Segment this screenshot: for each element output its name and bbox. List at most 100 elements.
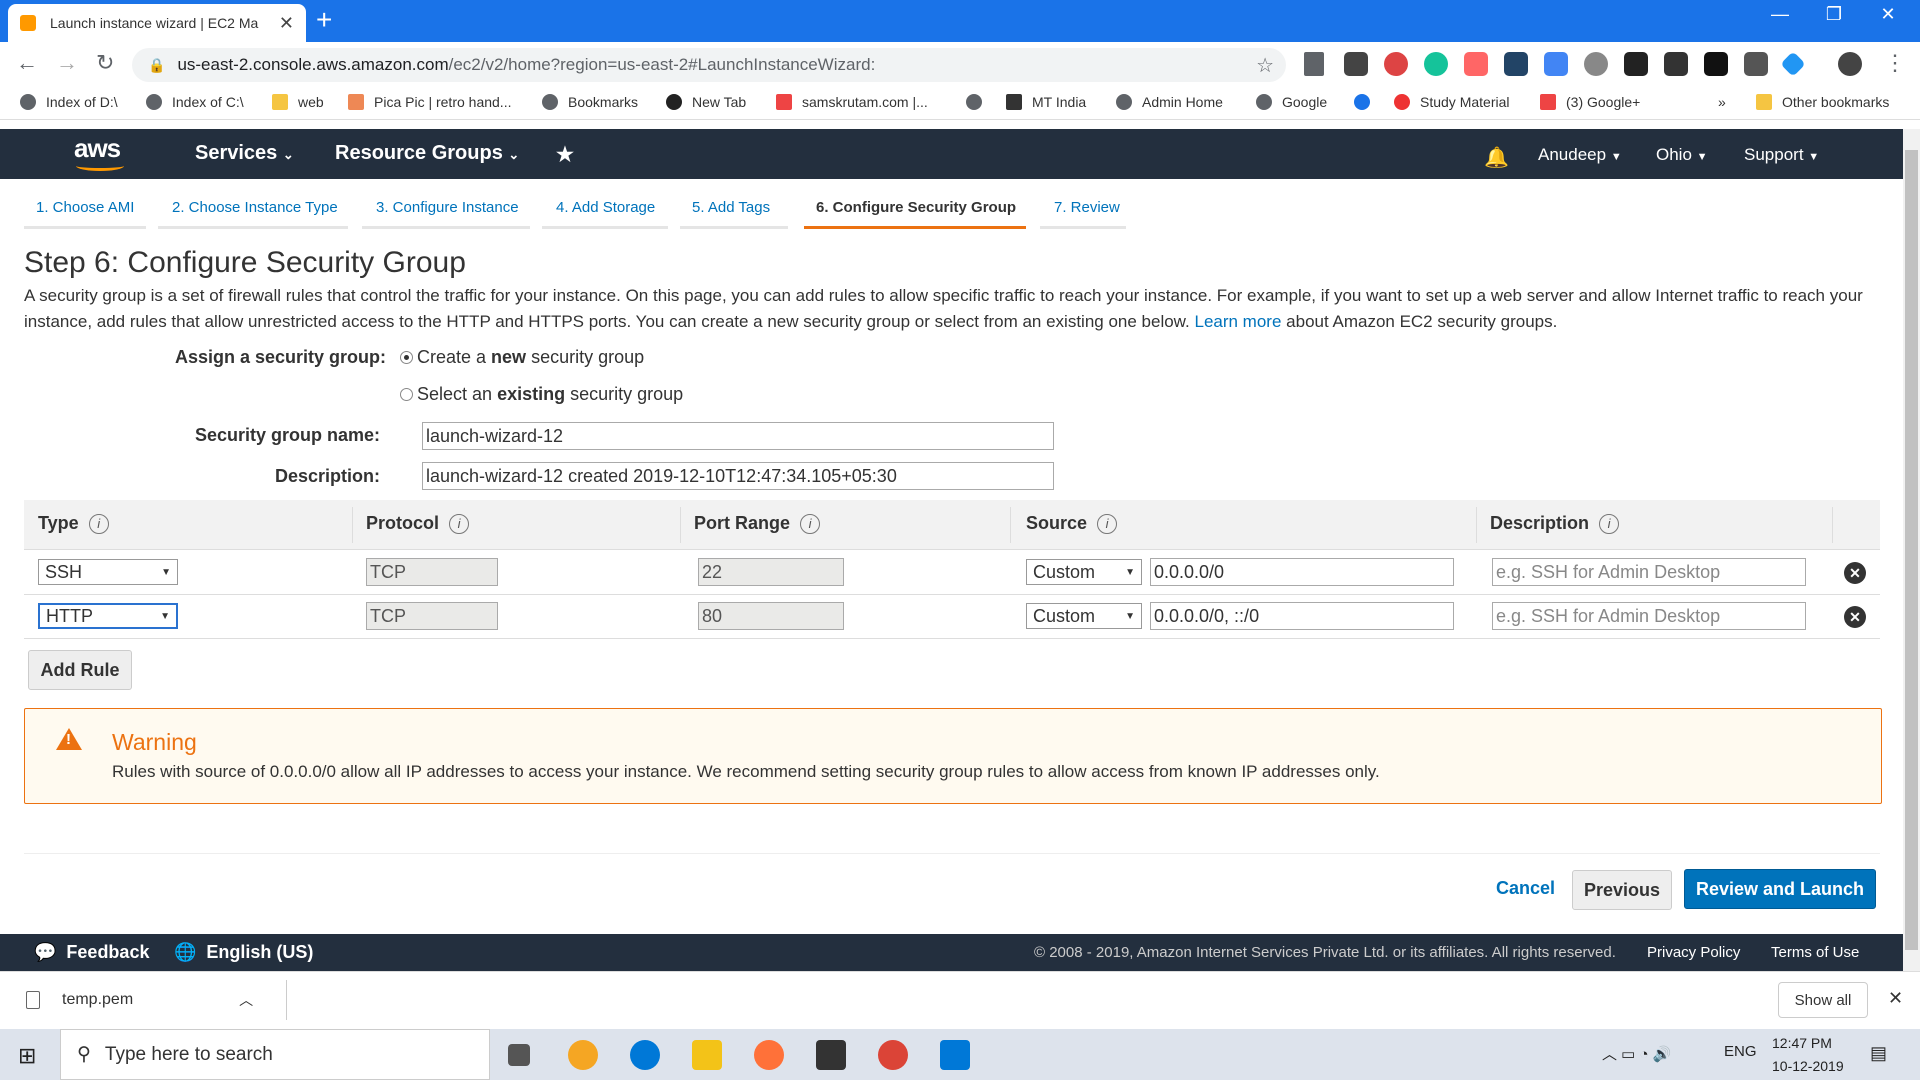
step-review[interactable]: 7. Review <box>1040 199 1126 229</box>
edge-icon[interactable] <box>630 1040 660 1070</box>
extension-icon[interactable] <box>1744 52 1768 76</box>
extension-icon[interactable] <box>1624 52 1648 76</box>
bookmark-item[interactable]: Study Material <box>1394 94 1509 110</box>
info-icon[interactable]: i <box>1599 513 1620 534</box>
services-menu[interactable]: Services ⌄ <box>195 142 294 165</box>
previous-button[interactable]: Previous <box>1572 870 1672 910</box>
remove-rule-icon[interactable]: ✕ <box>1844 562 1866 584</box>
forward-icon[interactable]: → <box>56 50 78 76</box>
step-choose-instance-type[interactable]: 2. Choose Instance Type <box>158 199 348 229</box>
extension-icon[interactable] <box>1384 52 1408 76</box>
extension-icon[interactable] <box>1464 52 1488 76</box>
firefox-icon[interactable] <box>754 1040 784 1070</box>
extension-icon[interactable] <box>1664 52 1688 76</box>
terms-of-use-link[interactable]: Terms of Use <box>1771 944 1859 961</box>
bookmark-item[interactable]: web <box>272 94 324 110</box>
sg-name-input[interactable]: launch-wizard-12 <box>422 422 1054 450</box>
show-all-button[interactable]: Show all <box>1778 982 1868 1018</box>
user-menu[interactable]: Anudeep ▼ <box>1538 145 1622 165</box>
add-rule-button[interactable]: Add Rule <box>28 650 132 690</box>
rule-description-input[interactable]: e.g. SSH for Admin Desktop <box>1492 602 1806 630</box>
clock-date[interactable]: 10-12-2019 <box>1772 1058 1844 1074</box>
info-icon[interactable]: i <box>1097 513 1118 534</box>
remove-rule-icon[interactable]: ✕ <box>1844 606 1866 628</box>
cancel-button[interactable]: Cancel <box>1496 878 1555 899</box>
source-select[interactable]: Custom ▼ <box>1026 603 1142 629</box>
radio-icon[interactable] <box>400 388 413 401</box>
minimize-button[interactable]: — <box>1760 4 1800 25</box>
bookmark-item[interactable] <box>966 94 992 110</box>
aws-logo[interactable]: aws <box>74 133 124 171</box>
region-menu[interactable]: Ohio ▼ <box>1656 145 1708 165</box>
rule-description-input[interactable]: e.g. SSH for Admin Desktop <box>1492 558 1806 586</box>
extension-icon[interactable] <box>1344 52 1368 76</box>
chrome-menu-icon[interactable]: ⋮ <box>1884 50 1906 76</box>
profile-avatar[interactable] <box>1838 52 1862 76</box>
feedback-link[interactable]: 💬 Feedback <box>34 942 149 963</box>
bookmark-item[interactable]: New Tab <box>666 94 746 110</box>
source-input[interactable]: 0.0.0.0/0 <box>1150 558 1454 586</box>
clock-time[interactable]: 12:47 PM <box>1772 1035 1832 1051</box>
bookmark-item[interactable]: samskrutam.com |... <box>776 94 928 110</box>
back-icon[interactable]: ← <box>16 50 38 76</box>
source-select[interactable]: Custom ▼ <box>1026 559 1142 585</box>
other-bookmarks[interactable]: Other bookmarks <box>1756 94 1889 110</box>
support-menu[interactable]: Support ▼ <box>1744 145 1819 165</box>
chrome-icon[interactable] <box>878 1040 908 1070</box>
react-devtools-icon[interactable] <box>1504 52 1528 76</box>
bookmark-item[interactable]: Bookmarks <box>542 94 638 110</box>
bookmarks-overflow-button[interactable]: » <box>1718 94 1726 110</box>
download-extension-icon[interactable] <box>1304 52 1324 76</box>
task-view-icon[interactable] <box>508 1044 530 1066</box>
terminal-icon[interactable] <box>816 1040 846 1070</box>
app-icon[interactable] <box>568 1040 598 1070</box>
notion-icon[interactable] <box>1704 52 1728 76</box>
resource-groups-menu[interactable]: Resource Groups ⌄ <box>335 142 519 165</box>
omnibox[interactable]: 🔒 us-east-2.console.aws.amazon.com/ec2/v… <box>132 48 1286 82</box>
grammarly-icon[interactable] <box>1424 52 1448 76</box>
bookmark-item[interactable]: Admin Home <box>1116 94 1223 110</box>
radio-icon[interactable] <box>400 351 413 364</box>
notifications-icon[interactable]: ▤ <box>1870 1043 1887 1064</box>
info-icon[interactable]: i <box>449 513 470 534</box>
language-indicator[interactable]: ENG <box>1724 1043 1757 1060</box>
tray-icons[interactable]: ︿ ▭ ◔ 🔊 <box>1602 1043 1671 1064</box>
type-select[interactable]: SSH ▼ <box>38 559 178 585</box>
scrollbar-thumb[interactable] <box>1905 150 1918 950</box>
close-download-shelf-icon[interactable]: ✕ <box>1888 988 1903 1009</box>
step-add-storage[interactable]: 4. Add Storage <box>542 199 668 229</box>
lock-icon[interactable]: 🔒 <box>148 57 165 74</box>
step-configure-security-group[interactable]: 6. Configure Security Group <box>804 199 1026 229</box>
bookmark-item[interactable]: Google <box>1256 94 1327 110</box>
windows-start-icon[interactable]: ⊞ <box>18 1043 36 1069</box>
browser-tab[interactable]: Launch instance wizard | EC2 Ma ✕ <box>8 4 306 42</box>
vscode-icon[interactable] <box>940 1040 970 1070</box>
bookmark-star-icon[interactable]: ☆ <box>1256 53 1274 78</box>
maximize-button[interactable]: ❐ <box>1814 4 1854 25</box>
step-choose-ami[interactable]: 1. Choose AMI <box>24 199 146 229</box>
step-add-tags[interactable]: 5. Add Tags <box>680 199 788 229</box>
bookmark-item[interactable]: Pica Pic | retro hand... <box>348 94 511 110</box>
download-item[interactable]: temp.pem ︿ <box>26 990 253 1010</box>
translate-icon[interactable] <box>1544 52 1568 76</box>
info-icon[interactable]: i <box>88 513 109 534</box>
learn-more-link[interactable]: Learn more <box>1194 312 1281 331</box>
radio-create-new[interactable]: Create a new security group <box>400 347 644 368</box>
file-explorer-icon[interactable] <box>692 1040 722 1070</box>
bookmark-item[interactable] <box>1354 94 1380 110</box>
bookmark-item[interactable]: MT India <box>1006 94 1086 110</box>
radio-select-existing[interactable]: Select an existing security group <box>400 384 683 405</box>
privacy-policy-link[interactable]: Privacy Policy <box>1647 944 1740 961</box>
chevron-up-icon[interactable]: ︿ <box>239 990 253 1010</box>
type-select[interactable]: HTTP ▼ <box>38 603 178 629</box>
source-input[interactable]: 0.0.0.0/0, ::/0 <box>1150 602 1454 630</box>
step-configure-instance[interactable]: 3. Configure Instance <box>362 199 530 229</box>
info-icon[interactable]: i <box>800 513 821 534</box>
review-and-launch-button[interactable]: Review and Launch <box>1684 869 1876 909</box>
close-tab-icon[interactable]: ✕ <box>279 13 294 34</box>
close-window-button[interactable]: ✕ <box>1868 4 1908 25</box>
bookmark-item[interactable]: Index of D:\ <box>20 94 118 110</box>
language-selector[interactable]: 🌐 English (US) <box>174 942 313 963</box>
description-input[interactable]: launch-wizard-12 created 2019-12-10T12:4… <box>422 462 1054 490</box>
new-tab-button[interactable]: + <box>316 4 332 36</box>
